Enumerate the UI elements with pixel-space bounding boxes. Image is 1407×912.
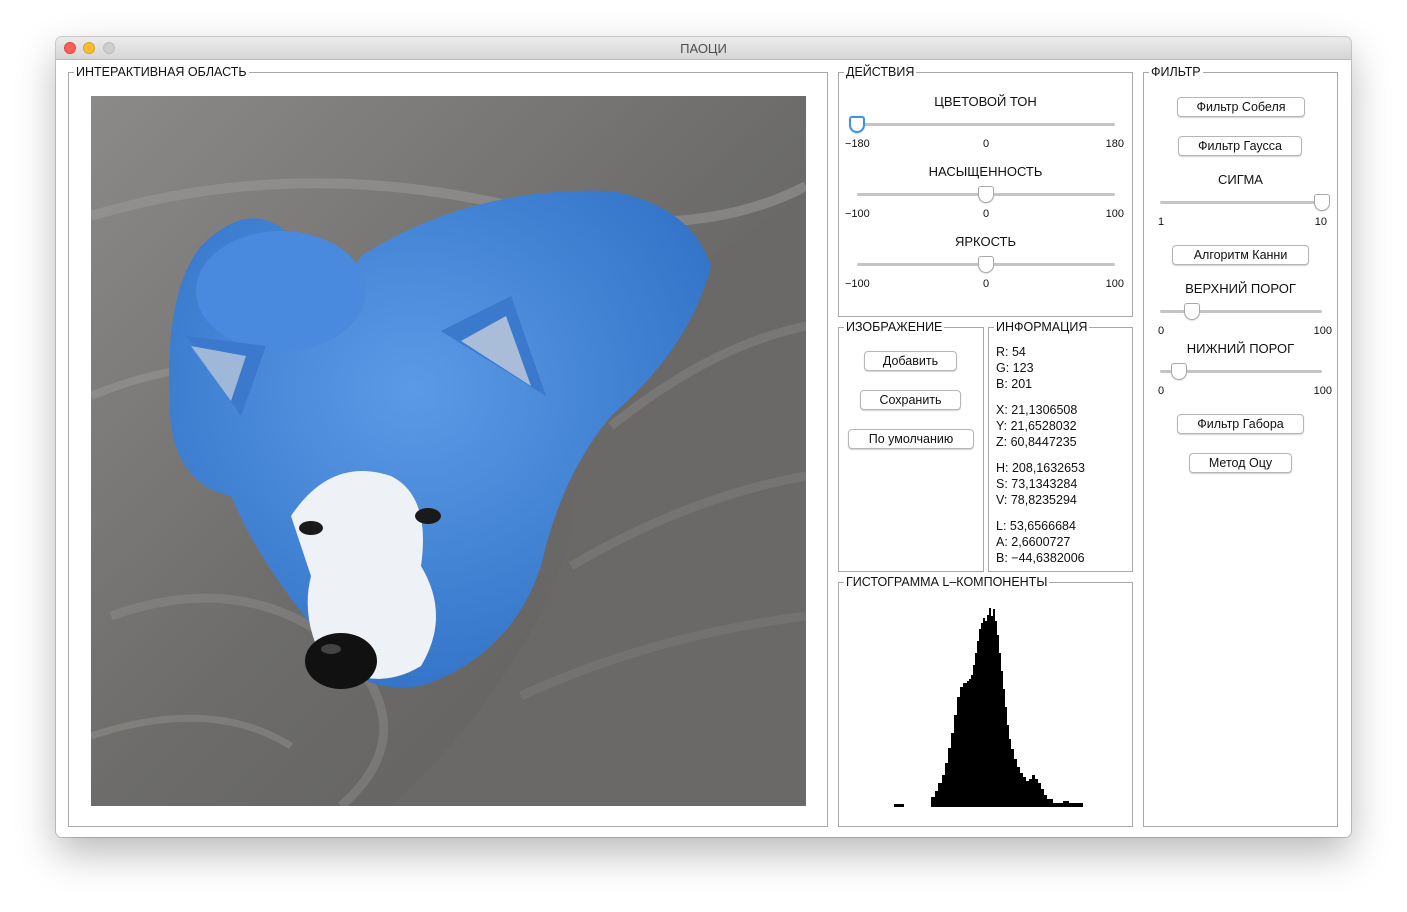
brightness-slider-label: ЯРКОСТЬ — [954, 234, 1017, 249]
sigma-slider-max: 10 — [1314, 216, 1327, 228]
title-bar[interactable]: ПАОЦИ — [56, 37, 1351, 60]
reset-default-button[interactable]: По умолчанию — [848, 429, 974, 449]
info-lab: L: 53,6566684 A: 2,6600727 B: −44,638200… — [996, 518, 1085, 566]
lower-threshold-min: 0 — [1158, 385, 1165, 397]
brightness-slider-min: −100 — [845, 278, 870, 290]
info-xyz: X: 21,1306508 Y: 21,6528032 Z: 60,844723… — [996, 402, 1077, 450]
l-histogram-bars — [894, 608, 1083, 807]
app-window: ПАОЦИ ИНТЕРАКТИВНАЯ ОБЛАСТЬ ДЕЙСТВИЯ ЦВЕ… — [56, 37, 1351, 837]
gauss-filter-button[interactable]: Фильтр Гаусса — [1178, 136, 1302, 156]
sigma-slider-track[interactable] — [1160, 201, 1322, 204]
hue-slider-mid: 0 — [982, 138, 990, 150]
saturation-slider-max: 100 — [1105, 208, 1124, 220]
actions-title: ДЕЙСТВИЯ — [844, 65, 917, 79]
interactive-image[interactable] — [91, 96, 806, 806]
info-a: A: 2,6600727 — [996, 535, 1071, 549]
hue-slider-max: 180 — [1105, 138, 1124, 150]
info-v: V: 78,8235294 — [996, 493, 1077, 507]
upper-threshold-max: 100 — [1313, 325, 1332, 337]
lower-threshold-label: НИЖНИЙ ПОРОГ — [1186, 341, 1295, 356]
info-s: S: 73,1343284 — [996, 477, 1078, 491]
window-content: ИНТЕРАКТИВНАЯ ОБЛАСТЬ ДЕЙСТВИЯ ЦВЕТОВОЙ … — [56, 60, 1351, 837]
interactive-area-panel: ИНТЕРАКТИВНАЯ ОБЛАСТЬ — [68, 65, 828, 827]
sigma-slider-min: 1 — [1158, 216, 1165, 228]
info-rgb: R: 54 G: 123 B: 201 — [996, 344, 1034, 392]
otsu-method-button[interactable]: Метод Оцу — [1189, 453, 1292, 473]
canny-algorithm-button[interactable]: Алгоритм Канни — [1172, 245, 1309, 265]
lower-threshold-knob[interactable] — [1171, 363, 1188, 380]
histogram-panel: ГИСТОГРАММА L–КОМПОНЕНТЫ — [838, 575, 1133, 827]
hue-slider-min: −180 — [845, 138, 870, 150]
info-g: G: 123 — [996, 361, 1034, 375]
info-r: R: 54 — [996, 345, 1026, 359]
brightness-slider-mid: 0 — [982, 278, 990, 290]
dog-photo-illustration — [91, 96, 806, 806]
info-b: B: 201 — [996, 377, 1033, 391]
sobel-filter-button[interactable]: Фильтр Собеля — [1177, 97, 1305, 117]
upper-threshold-label: ВЕРХНИЙ ПОРОГ — [1185, 281, 1296, 296]
hue-slider-knob[interactable] — [849, 116, 865, 133]
image-panel-title: ИЗОБРАЖЕНИЕ — [844, 320, 945, 334]
lower-threshold-max: 100 — [1313, 385, 1332, 397]
add-image-button[interactable]: Добавить — [864, 351, 957, 371]
save-image-button[interactable]: Сохранить — [860, 390, 961, 410]
info-hsv: H: 208,1632653 S: 73,1343284 V: 78,82352… — [996, 460, 1085, 508]
saturation-slider-mid: 0 — [982, 208, 990, 220]
l-histogram-plot — [894, 608, 1083, 807]
info-x: X: 21,1306508 — [996, 403, 1078, 417]
actions-panel: ДЕЙСТВИЯ ЦВЕТОВОЙ ТОН −180 0 180 НАСЫЩЕН… — [838, 65, 1133, 317]
info-panel: ИНФОРМАЦИЯ R: 54 G: 123 B: 201 X: 21,130… — [988, 320, 1133, 572]
filter-panel-title: ФИЛЬТР — [1149, 65, 1203, 79]
saturation-slider-min: −100 — [845, 208, 870, 220]
sigma-slider-knob[interactable] — [1314, 194, 1330, 211]
saturation-slider-label: НАСЫЩЕННОСТЬ — [928, 164, 1043, 179]
image-panel: ИЗОБРАЖЕНИЕ Добавить Сохранить По умолча… — [838, 320, 984, 572]
filter-panel: ФИЛЬТР Фильтр Собеля Фильтр Гаусса СИГМА… — [1143, 65, 1338, 827]
gabor-filter-button[interactable]: Фильтр Габора — [1177, 414, 1304, 434]
upper-threshold-min: 0 — [1158, 325, 1165, 337]
brightness-slider-max: 100 — [1105, 278, 1124, 290]
info-lab-b: B: −44,6382006 — [996, 551, 1085, 565]
interactive-area-title: ИНТЕРАКТИВНАЯ ОБЛАСТЬ — [74, 65, 249, 79]
brightness-slider-knob[interactable] — [978, 256, 994, 273]
upper-threshold-knob[interactable] — [1184, 303, 1201, 320]
info-h: H: 208,1632653 — [996, 461, 1085, 475]
saturation-slider-knob[interactable] — [978, 186, 994, 203]
info-y: Y: 21,6528032 — [996, 419, 1077, 433]
hue-slider-label: ЦВЕТОВОЙ ТОН — [934, 94, 1037, 109]
sigma-slider-label: СИГМА — [1218, 172, 1263, 187]
info-z: Z: 60,8447235 — [996, 435, 1077, 449]
info-panel-title: ИНФОРМАЦИЯ — [994, 320, 1090, 334]
info-l: L: 53,6566684 — [996, 519, 1076, 533]
window-title: ПАОЦИ — [680, 41, 727, 56]
hue-slider-track[interactable] — [857, 123, 1115, 126]
